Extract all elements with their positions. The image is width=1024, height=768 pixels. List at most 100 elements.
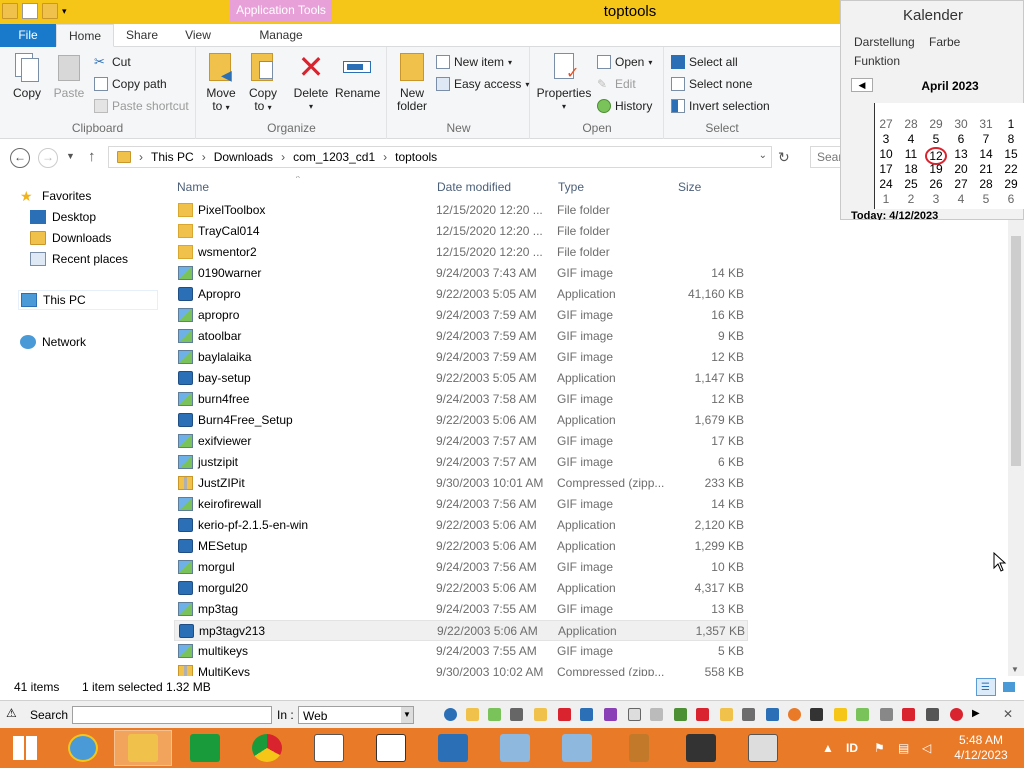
file-row[interactable]: MESetup 9/22/2003 5:06 AM Application 1,299…: [174, 536, 748, 557]
find-icon[interactable]: [444, 708, 457, 721]
back-button[interactable]: ←: [10, 148, 30, 168]
calendar-day[interactable]: 5: [975, 192, 997, 206]
tool-icon-7[interactable]: [628, 708, 641, 721]
tool-icon-16[interactable]: [856, 708, 869, 721]
dollar-icon[interactable]: [674, 708, 687, 721]
start-button[interactable]: [0, 730, 50, 766]
tool-icon-1[interactable]: [488, 708, 501, 721]
recent-locations-button[interactable]: ▼: [66, 151, 75, 161]
file-row[interactable]: Apropro 9/22/2003 5:05 AM Application 41,16…: [174, 284, 748, 305]
taskbar-app-burn4free[interactable]: [672, 730, 730, 766]
calendar-day[interactable]: 28: [975, 177, 997, 191]
taskbar-ie-2[interactable]: [424, 730, 482, 766]
copy-button[interactable]: Copy: [8, 51, 46, 100]
address-dropdown-icon[interactable]: ⌄: [759, 150, 767, 161]
taskbar-app-joystick[interactable]: [610, 730, 668, 766]
calendar-day[interactable]: 7: [975, 132, 997, 146]
calendar-day[interactable]: 6: [950, 132, 972, 146]
large-icons-view-button[interactable]: [1000, 678, 1018, 696]
tool-icon-5[interactable]: [580, 708, 593, 721]
file-row[interactable]: atoolbar 9/24/2003 7:59 AM GIF image 9 KB: [174, 326, 748, 347]
tab-view[interactable]: View: [172, 24, 224, 47]
calendar-day[interactable]: 6: [1000, 192, 1022, 206]
taskbar-store[interactable]: [176, 730, 234, 766]
tool-icon-10[interactable]: [720, 708, 733, 721]
more-tools-icon[interactable]: ▶: [972, 708, 980, 719]
tab-home[interactable]: Home: [56, 24, 114, 47]
calendar-day[interactable]: 4: [900, 132, 922, 146]
tool-icon-14[interactable]: [810, 708, 823, 721]
select-none-button[interactable]: Select none: [671, 77, 752, 91]
calendar-day[interactable]: 5: [925, 132, 947, 146]
move-to-button[interactable]: ◀ Move to ▾: [203, 51, 239, 114]
file-row[interactable]: Burn4Free_Setup 9/22/2003 5:06 AM Applicat…: [174, 410, 748, 431]
nav-recent-places[interactable]: Recent places: [30, 249, 128, 269]
details-view-button[interactable]: ☰: [976, 678, 996, 696]
file-row[interactable]: mp3tagv213 9/22/2003 5:06 AM Application 1,…: [174, 620, 748, 641]
previous-month-button[interactable]: ◀: [851, 78, 873, 92]
close-toolbar-icon[interactable]: ✕: [1003, 707, 1013, 721]
calendar-day[interactable]: 4: [950, 192, 972, 206]
action-center-icon[interactable]: ⚑: [874, 741, 885, 755]
file-row[interactable]: kerio-pf-2.1.5-en-win 9/22/2003 5:06 AM Ap…: [174, 515, 748, 536]
calendar-menu-darstellung[interactable]: Darstellung: [854, 35, 915, 49]
edit-button[interactable]: ✎ Edit: [597, 77, 636, 91]
calendar-day[interactable]: 1: [1000, 117, 1022, 131]
select-all-button[interactable]: Select all: [671, 55, 738, 69]
calendar-day[interactable]: 24: [875, 177, 897, 191]
column-header-size[interactable]: Size: [678, 180, 701, 194]
taskbar-file-explorer[interactable]: [114, 730, 172, 766]
vertical-scrollbar[interactable]: ▲ ▼: [1008, 174, 1024, 676]
paste-button[interactable]: Paste: [50, 51, 88, 100]
open-button[interactable]: Open ▾: [597, 55, 652, 69]
file-row[interactable]: burn4free 9/24/2003 7:58 AM GIF image 12 KB: [174, 389, 748, 410]
tool-icon-11[interactable]: [742, 708, 755, 721]
language-indicator[interactable]: ID: [846, 741, 858, 755]
nav-favorites[interactable]: ★ Favorites: [20, 186, 91, 206]
taskbar-app-list[interactable]: [300, 730, 358, 766]
file-row[interactable]: bay-setup 9/22/2003 5:05 AM Application 1,1…: [174, 368, 748, 389]
volume-icon[interactable]: ◁: [922, 741, 931, 755]
tool-icon-3[interactable]: [534, 708, 547, 721]
taskbar-app-notes[interactable]: [362, 730, 420, 766]
history-button[interactable]: History: [597, 99, 652, 113]
calendar-day[interactable]: 21: [975, 162, 997, 176]
calendar-day[interactable]: 8: [1000, 132, 1022, 146]
calendar-day[interactable]: 26: [925, 177, 947, 191]
tool-icon-12[interactable]: [766, 708, 779, 721]
file-row[interactable]: 0190warner 9/24/2003 7:43 AM GIF image 14 K…: [174, 263, 748, 284]
nav-this-pc[interactable]: This PC: [18, 290, 158, 310]
tab-manage[interactable]: Manage: [232, 24, 330, 47]
refresh-button[interactable]: ↻: [778, 149, 790, 166]
calendar-day[interactable]: 1: [875, 192, 897, 206]
new-folder-icon[interactable]: [42, 3, 58, 19]
taskbar-app-box[interactable]: [734, 730, 792, 766]
calendar-day[interactable]: 20: [950, 162, 972, 176]
taskbar-app-installer-1[interactable]: [486, 730, 544, 766]
new-item-button[interactable]: New item ▾: [436, 55, 512, 69]
breadcrumb-downloads[interactable]: Downloads: [214, 150, 273, 164]
calendar-day[interactable]: 15: [1000, 147, 1022, 161]
tool-icon-19[interactable]: [950, 708, 963, 721]
scroll-down-icon[interactable]: ▼: [1011, 665, 1019, 674]
calendar-day[interactable]: 28: [900, 117, 922, 131]
open-folder-icon[interactable]: [466, 708, 479, 721]
file-row[interactable]: keirofirewall 9/24/2003 7:56 AM GIF image 1…: [174, 494, 748, 515]
tool-icon-4[interactable]: [558, 708, 571, 721]
column-header-type[interactable]: Type: [558, 180, 584, 194]
address-bar[interactable]: › This PC › Downloads › com_1203_cd1 › t…: [108, 146, 772, 168]
network-tray-icon[interactable]: ▤: [898, 741, 909, 755]
new-folder-button[interactable]: New folder: [394, 51, 430, 113]
nav-desktop[interactable]: Desktop: [30, 207, 96, 227]
file-row[interactable]: MultiKeys 9/30/2003 10:02 AM Compressed (z…: [174, 662, 748, 676]
calendar-day[interactable]: 25: [900, 177, 922, 191]
calendar-day[interactable]: 27: [875, 117, 897, 131]
scrollbar-thumb[interactable]: [1011, 236, 1021, 466]
calendar-day[interactable]: 13: [950, 147, 972, 161]
cut-button[interactable]: ✂ Cut: [94, 55, 131, 70]
invert-selection-button[interactable]: Invert selection: [671, 99, 770, 113]
paste-shortcut-button[interactable]: Paste shortcut: [94, 99, 189, 113]
calendar-menu-funktion[interactable]: Funktion: [854, 54, 900, 68]
search-toolbar-input[interactable]: [72, 706, 272, 724]
calendar-day[interactable]: 29: [1000, 177, 1022, 191]
